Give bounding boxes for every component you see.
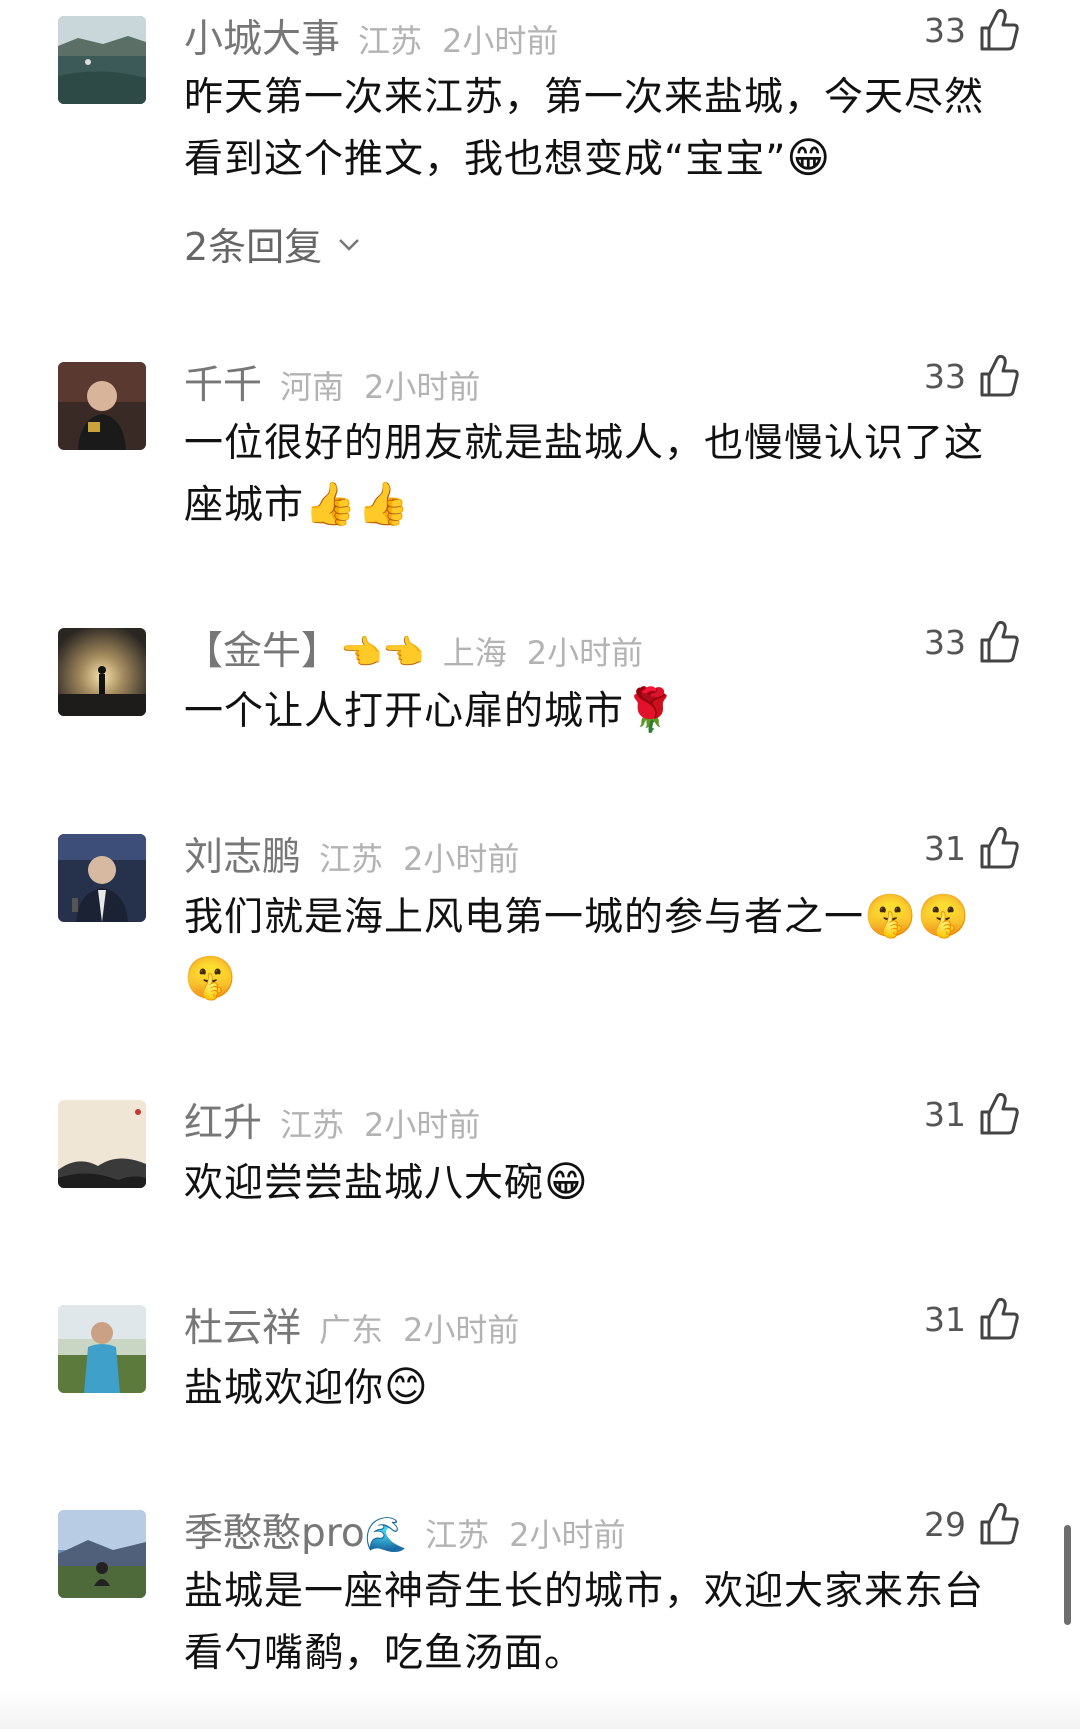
avatar[interactable] <box>58 16 146 104</box>
region-label: 广东 <box>319 1311 384 1349</box>
region-label: 江苏 <box>358 22 423 60</box>
timestamp: 2小时前 <box>526 634 644 672</box>
avatar[interactable] <box>58 362 146 450</box>
thumbs-up-icon <box>980 354 1019 397</box>
username[interactable]: 刘志鹏 <box>184 826 301 882</box>
thumbs-up-icon <box>980 826 1019 869</box>
username[interactable]: 小城大事 <box>184 8 340 64</box>
avatar[interactable] <box>58 834 146 922</box>
comment-text: 盐城欢迎你😊 <box>184 1362 429 1411</box>
timestamp: 2小时前 <box>442 22 559 60</box>
thumbs-up-icon <box>980 1502 1019 1545</box>
comment-header: 千千 河南 2小时前 <box>184 354 481 408</box>
avatar[interactable] <box>58 1100 146 1188</box>
avatar[interactable] <box>58 628 146 716</box>
like-count: 33 <box>924 356 966 396</box>
timestamp: 2小时前 <box>364 368 481 406</box>
username[interactable]: 【金牛】👈👈 <box>184 620 425 676</box>
chevron-down-icon <box>339 238 360 251</box>
timestamp: 2小时前 <box>403 1311 520 1349</box>
comment-header: 小城大事 江苏 2小时前 <box>184 8 559 62</box>
region-label: 上海 <box>442 634 507 672</box>
username[interactable]: 季憨憨pro🌊 <box>184 1502 407 1558</box>
timestamp: 2小时前 <box>403 840 520 878</box>
avatar[interactable] <box>58 1305 146 1393</box>
comment-header: 红升 江苏 2小时前 <box>184 1092 481 1146</box>
like-button[interactable]: 31 <box>924 826 1020 870</box>
comment-header: 杜云祥 广东 2小时前 <box>184 1297 520 1351</box>
scrollbar[interactable] <box>1064 1525 1071 1625</box>
like-count: 33 <box>924 10 966 50</box>
comment-header: 季憨憨pro🌊 江苏 2小时前 <box>184 1502 626 1556</box>
region-label: 江苏 <box>319 840 384 878</box>
like-count: 33 <box>924 622 966 662</box>
like-button[interactable]: 31 <box>924 1092 1020 1136</box>
username[interactable]: 千千 <box>184 354 262 410</box>
timestamp: 2小时前 <box>364 1106 481 1144</box>
comment-text: 我们就是海上风电第一城的参与者之一🤫🤫🤫 <box>184 891 971 1002</box>
username[interactable]: 红升 <box>184 1092 262 1148</box>
like-button[interactable]: 29 <box>924 1502 1020 1546</box>
like-count: 31 <box>924 1094 966 1134</box>
avatar[interactable] <box>58 1510 146 1598</box>
comment-header: 刘志鹏 江苏 2小时前 <box>184 826 520 880</box>
bottom-edge <box>0 1690 1080 1729</box>
thumbs-up-icon <box>980 8 1019 51</box>
region-label: 河南 <box>280 368 345 406</box>
like-count: 29 <box>924 1504 966 1544</box>
comment-header: 【金牛】👈👈 上海 2小时前 <box>184 620 644 674</box>
like-count: 31 <box>924 1299 966 1339</box>
region-label: 江苏 <box>280 1106 345 1144</box>
like-button[interactable]: 31 <box>924 1297 1020 1341</box>
comment-text: 盐城是一座神奇生长的城市，欢迎大家来东台看勺嘴鹬，吃鱼汤面。 <box>184 1569 985 1676</box>
like-count: 31 <box>924 828 966 868</box>
comment-text: 欢迎尝尝盐城八大碗😁 <box>184 1157 589 1206</box>
thumbs-up-icon <box>980 620 1019 663</box>
region-label: 江苏 <box>425 1516 490 1554</box>
like-button[interactable]: 33 <box>924 354 1020 398</box>
thumbs-up-icon <box>980 1297 1019 1340</box>
thumbs-up-icon <box>980 1092 1019 1135</box>
like-button[interactable]: 33 <box>924 620 1020 664</box>
like-button[interactable]: 33 <box>924 8 1020 52</box>
view-replies-button[interactable]: 2条回复 <box>184 216 362 271</box>
comment-text: 一位很好的朋友就是盐城人，也慢慢认识了这座城市👍👍 <box>184 421 985 528</box>
timestamp: 2小时前 <box>509 1516 626 1554</box>
comment-text: 昨天第一次来江苏，第一次来盐城，今天尽然看到这个推文，我也想变成“宝宝”😁 <box>184 75 985 182</box>
username[interactable]: 杜云祥 <box>184 1297 301 1353</box>
comment-text: 一个让人打开心扉的城市🌹 <box>184 685 678 734</box>
